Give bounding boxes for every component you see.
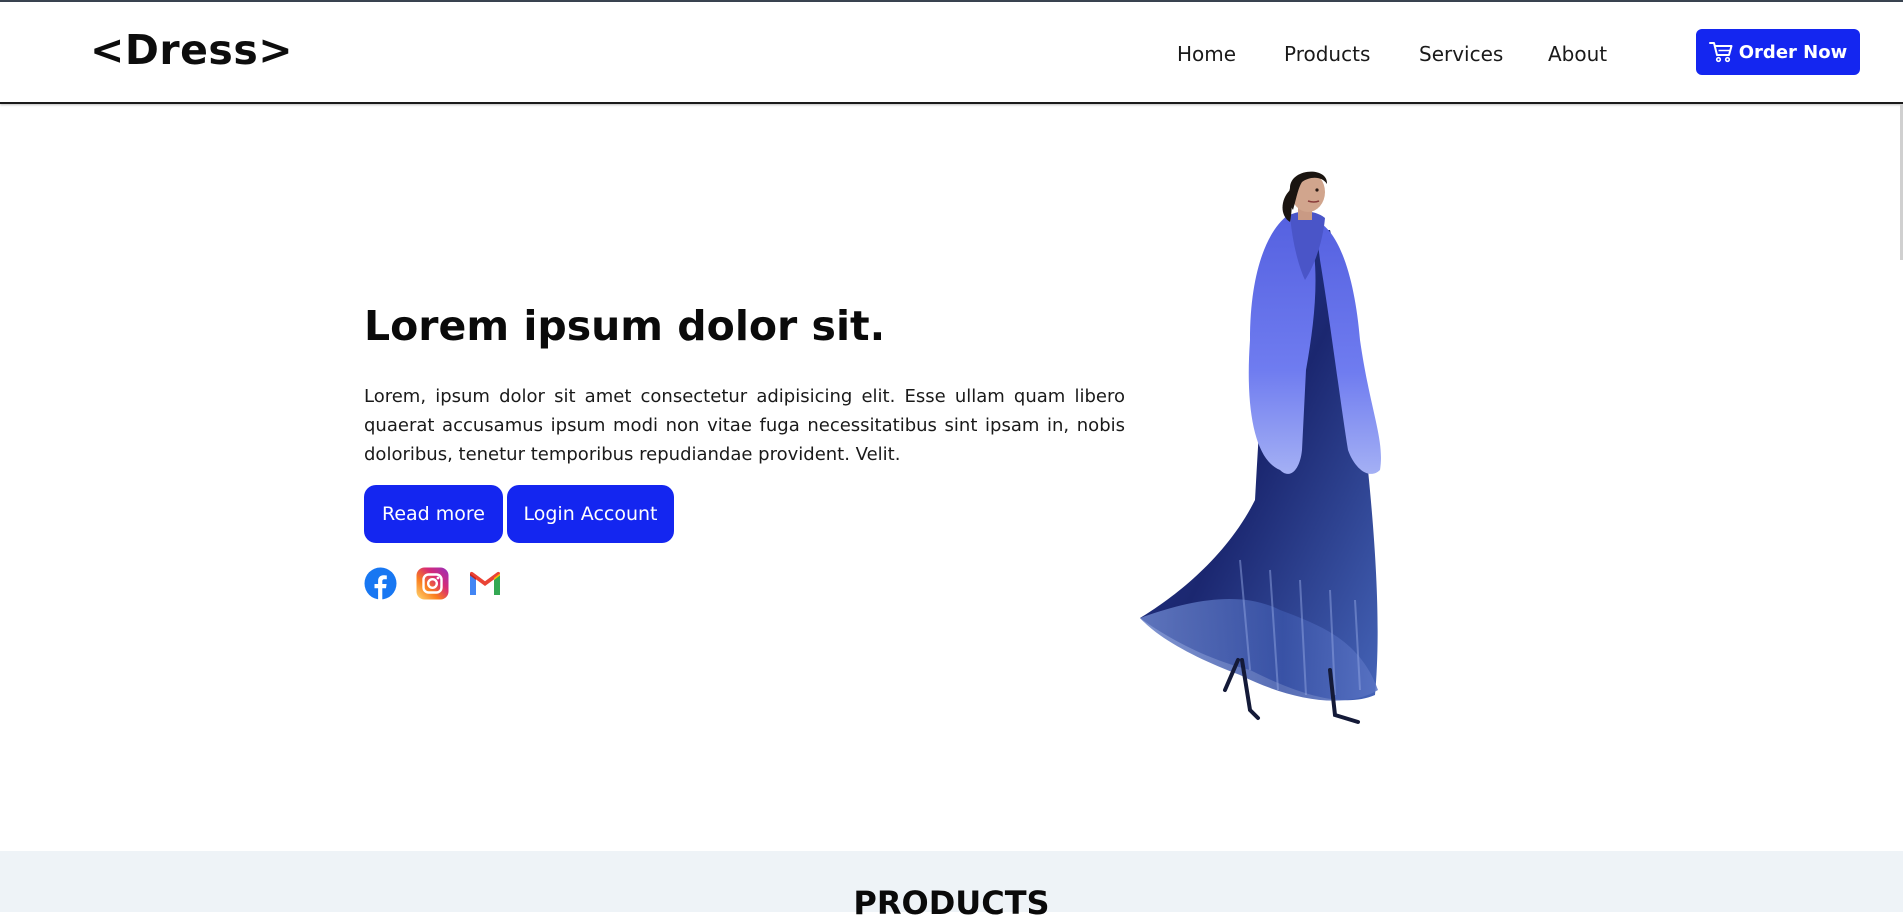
instagram-icon[interactable]: [416, 567, 449, 600]
login-account-button[interactable]: Login Account: [507, 485, 674, 543]
brand-logo[interactable]: <Dress>: [90, 26, 293, 74]
nav-products-link[interactable]: Products: [1284, 42, 1370, 66]
order-now-label: Order Now: [1738, 41, 1848, 63]
hero-title: Lorem ipsum dolor sit.: [364, 302, 886, 350]
hero-description: Lorem, ipsum dolor sit amet consectetur …: [364, 386, 1125, 465]
nav-home-link[interactable]: Home: [1177, 42, 1236, 66]
cart-icon: [1708, 41, 1733, 63]
facebook-icon[interactable]: [364, 567, 397, 600]
products-section-title: PRODUCTS: [853, 884, 1050, 922]
order-now-button[interactable]: Order Now: [1696, 29, 1860, 75]
site-header: <Dress> Home Products Services About Ord…: [0, 2, 1903, 104]
read-more-button[interactable]: Read more: [364, 485, 503, 543]
nav-about-link[interactable]: About: [1548, 42, 1607, 66]
gmail-icon[interactable]: [468, 567, 501, 600]
nav-services-link[interactable]: Services: [1419, 42, 1503, 66]
hero-model-image: [1130, 170, 1460, 750]
